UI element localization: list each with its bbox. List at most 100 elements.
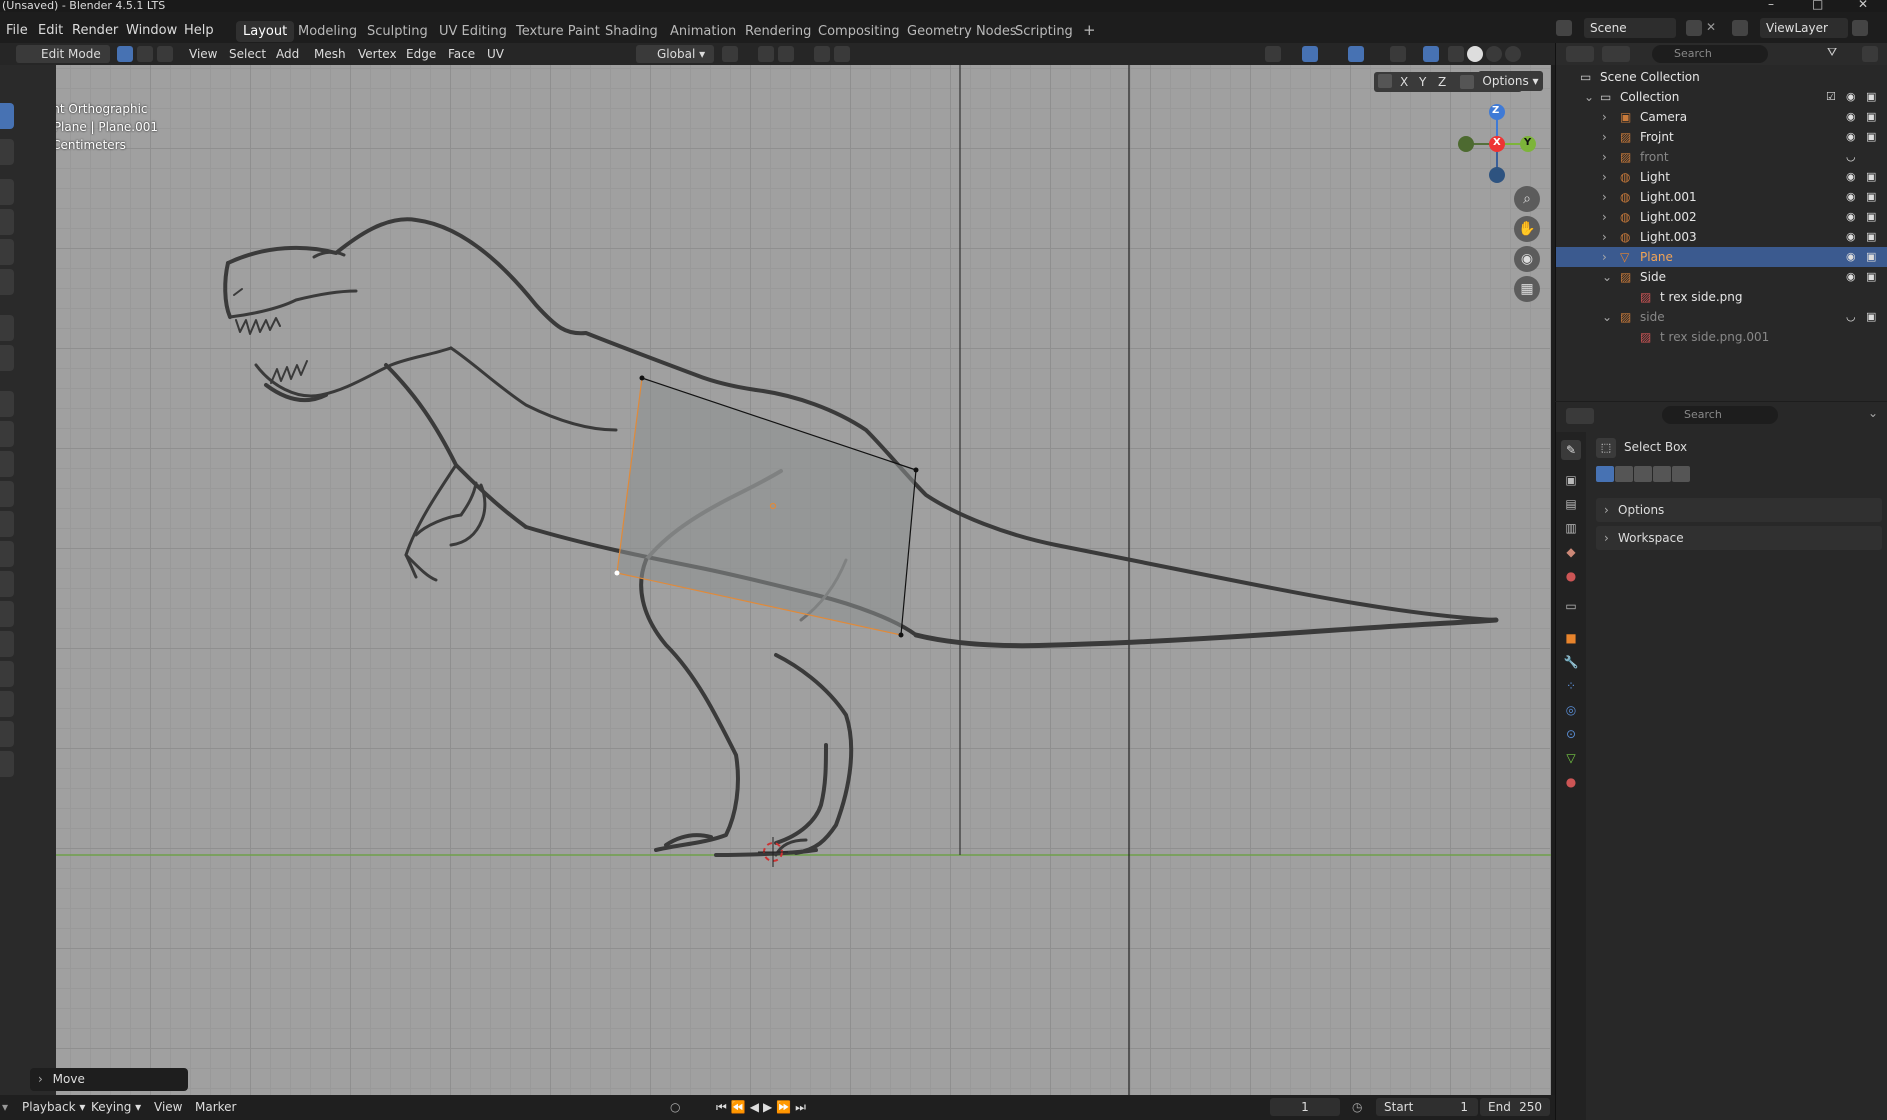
tab-scripting[interactable]: Scripting (1008, 21, 1080, 42)
outliner-item-light-001[interactable]: › ◍ Light.001 ◉ ▣ (1556, 187, 1887, 207)
chevron-down-icon[interactable]: ⌄ (1584, 87, 1594, 107)
editor-type-icon[interactable] (1566, 46, 1594, 62)
camera-render-icon[interactable]: ▣ (1866, 187, 1876, 207)
edge-slide-tool[interactable] (0, 631, 14, 657)
output-tab-icon[interactable]: ▤ (1561, 494, 1581, 514)
scene-icon[interactable] (1556, 20, 1572, 36)
view-layer-icon[interactable] (1732, 20, 1748, 36)
outliner-item-side[interactable]: ⌄ ▨ Side ◉ ▣ (1556, 267, 1887, 287)
camera-render-icon[interactable]: ▣ (1866, 107, 1876, 127)
mirror-icon[interactable] (1378, 74, 1392, 88)
menu-help[interactable]: Help (180, 21, 218, 40)
eye-closed-icon[interactable]: ◡ (1846, 307, 1856, 327)
minimize-icon[interactable]: – (1768, 0, 1774, 10)
chevron-down-icon[interactable]: ⌄ (1868, 406, 1878, 420)
chevron-right-icon[interactable]: › (1602, 187, 1607, 207)
extra-tool[interactable] (0, 751, 14, 777)
eye-icon[interactable]: ◉ (1846, 227, 1856, 247)
outliner-scene-collection[interactable]: ▭ Scene Collection (1556, 67, 1887, 87)
last-operator-panel[interactable]: › Move (30, 1068, 188, 1091)
outliner-item-light-003[interactable]: › ◍ Light.003 ◉ ▣ (1556, 227, 1887, 247)
physics-tab-icon[interactable]: ◎ (1561, 700, 1581, 720)
menu-add[interactable]: Add (271, 45, 304, 63)
chevron-right-icon[interactable]: › (1602, 207, 1607, 227)
chevron-down-icon[interactable]: ⌄ (1602, 307, 1612, 327)
eye-icon[interactable]: ◉ (1846, 127, 1856, 147)
spin-tool[interactable] (0, 571, 14, 597)
camera-render-icon[interactable]: ▣ (1866, 247, 1876, 267)
poly-build-tool[interactable] (0, 541, 14, 567)
maximize-icon[interactable]: □ (1812, 0, 1823, 10)
menu-mesh[interactable]: Mesh (309, 45, 351, 63)
properties-search-input[interactable]: Search (1662, 406, 1778, 424)
axis-z-toggle[interactable]: Z (1438, 72, 1446, 92)
face-select-icon[interactable] (157, 46, 173, 62)
menu-file[interactable]: File (2, 21, 32, 40)
menu-marker[interactable]: Marker (195, 1100, 236, 1114)
render-tab-icon[interactable]: ▣ (1561, 470, 1581, 490)
playback-controls[interactable]: ⏮⏪◀▶⏩⏭ (716, 1100, 810, 1115)
editor-type-icon[interactable] (1566, 408, 1594, 424)
knife-tool[interactable] (0, 511, 14, 537)
tool-tab-icon[interactable]: ✎ (1561, 440, 1581, 460)
xray-toggle-icon[interactable] (1423, 46, 1439, 62)
camera-render-icon[interactable]: ▣ (1866, 167, 1876, 187)
select-invert-icon[interactable] (1653, 466, 1671, 482)
menu-window[interactable]: Window (122, 21, 181, 40)
particles-tab-icon[interactable]: ⁘ (1561, 676, 1581, 696)
modifier-tab-icon[interactable]: 🔧 (1561, 652, 1581, 672)
outliner-item-light[interactable]: › ◍ Light ◉ ▣ (1556, 167, 1887, 187)
smooth-tool[interactable] (0, 601, 14, 627)
transform-tool[interactable] (0, 269, 14, 295)
scale-tool[interactable] (0, 239, 14, 265)
chevron-down-icon[interactable]: ⌄ (1602, 267, 1612, 287)
zoom-icon[interactable]: ⌕ (1514, 186, 1540, 212)
add-workspace-button[interactable]: + (1076, 18, 1103, 42)
frame-end-field[interactable]: End 250 (1480, 1098, 1550, 1116)
eye-closed-icon[interactable]: ◡ (1846, 147, 1856, 167)
tab-animation[interactable]: Animation (663, 21, 743, 42)
select-intersect-icon[interactable] (1672, 466, 1690, 482)
camera-render-icon[interactable]: ▣ (1866, 207, 1876, 227)
chevron-right-icon[interactable]: › (1602, 227, 1607, 247)
menu-playback[interactable]: Playback ▾ (22, 1100, 85, 1114)
mode-selector[interactable]: Edit Mode ▾ (16, 45, 110, 79)
eye-icon[interactable]: ◉ (1846, 187, 1856, 207)
chevron-right-icon[interactable]: › (1602, 107, 1607, 127)
new-view-layer-icon[interactable] (1852, 20, 1868, 36)
tab-rendering[interactable]: Rendering (738, 21, 818, 42)
workspace-section[interactable]: › Workspace (1596, 526, 1882, 550)
eye-icon[interactable]: ◉ (1846, 87, 1856, 107)
wireframe-shading-icon[interactable] (1448, 46, 1464, 62)
scene-selector[interactable]: Scene (1584, 18, 1676, 38)
exclude-checkbox-icon[interactable]: ☑ (1826, 87, 1836, 107)
scene-tab-icon[interactable]: ◆ (1561, 542, 1581, 562)
proportional-edit-icon[interactable] (814, 46, 830, 62)
camera-render-icon[interactable]: ▣ (1866, 307, 1876, 327)
clock-icon[interactable]: ◷ (1352, 1100, 1362, 1114)
tab-compositing[interactable]: Compositing (811, 21, 907, 42)
eye-icon[interactable]: ◉ (1846, 247, 1856, 267)
solid-shading-icon[interactable] (1467, 46, 1483, 62)
chevron-right-icon[interactable]: › (1602, 247, 1607, 267)
snap-icon[interactable] (758, 46, 774, 62)
axis-x-toggle[interactable]: X (1400, 72, 1408, 92)
outliner-search-input[interactable]: Search (1652, 45, 1768, 63)
close-icon[interactable]: ✕ (1858, 0, 1868, 10)
chevron-right-icon[interactable]: › (1602, 127, 1607, 147)
camera-render-icon[interactable]: ▣ (1866, 87, 1876, 107)
menu-edge[interactable]: Edge (401, 45, 441, 63)
object-tab-icon[interactable]: ■ (1561, 628, 1581, 648)
extrude-tool[interactable] (0, 391, 14, 417)
mesh-edit-overlay-icon[interactable] (1390, 46, 1406, 62)
camera-render-icon[interactable]: ▣ (1866, 267, 1876, 287)
outliner-item-t-rex-side-png[interactable]: ▨ t rex side.png (1556, 287, 1887, 307)
editor-type-icon[interactable]: ▾ (2, 1100, 8, 1114)
auto-merge-icon[interactable] (1460, 75, 1474, 89)
rip-region-tool[interactable] (0, 721, 14, 747)
frame-start-field[interactable]: Start 1 (1376, 1098, 1478, 1116)
menu-vertex[interactable]: Vertex (353, 45, 402, 63)
gizmo-z-label[interactable]: Z (1492, 105, 1499, 116)
gizmo-y-label[interactable]: Y (1524, 137, 1531, 148)
current-frame-field[interactable]: 1 (1270, 1098, 1340, 1116)
